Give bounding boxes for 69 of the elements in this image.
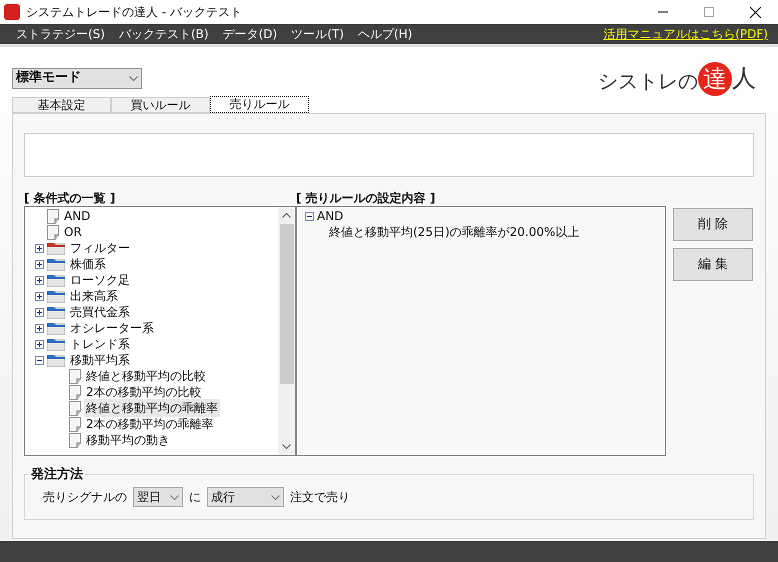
document-icon [69,432,81,448]
menu-item[interactable]: ヘルプ(H) [358,25,412,43]
document-icon [69,384,81,400]
action-button[interactable]: 削 除 [673,208,753,241]
document-icon [47,208,59,224]
rule-item[interactable]: 終値と移動平均(25日)の乖離率が20.00%以上 [329,223,580,241]
section-label: [ 売りルールの設定内容 ] [296,190,436,206]
tree-item[interactable]: 終値と移動平均の乖離率 [84,399,220,417]
menu-item[interactable]: ストラテジー(S) [16,25,105,43]
document-icon [69,368,81,384]
tree-item[interactable]: 移動平均の動き [84,431,172,449]
order-label: 売りシグナルの [43,489,127,506]
document-icon [69,400,81,416]
maximize-icon [704,7,714,17]
document-icon [69,416,81,432]
chevron-down-icon [170,494,179,500]
scrollbar-thumb[interactable] [280,224,294,384]
tree-item[interactable]: フィルター [68,239,132,257]
collapse-icon[interactable] [305,212,314,220]
expand-icon[interactable] [35,308,44,316]
tree-item[interactable]: ローソク足 [68,271,132,289]
expand-icon[interactable] [35,324,44,332]
scrollbar[interactable] [278,207,295,455]
logo-text: 人 [732,63,756,94]
expand-icon[interactable] [35,260,44,268]
collapse-icon[interactable] [35,356,44,364]
expand-icon[interactable] [35,292,44,300]
tree-item[interactable]: 2本の移動平均の比較 [84,383,204,401]
menu-item[interactable]: ツール(T) [291,25,344,43]
tree-item[interactable]: 移動平均系 [68,351,132,369]
tree-item[interactable]: OR [62,223,84,241]
timing-dropdown[interactable]: 翌日 [133,487,183,507]
expand-icon[interactable] [35,276,44,284]
manual-link[interactable]: 活用マニュアルはこちら(PDF) [603,25,768,43]
memo-field[interactable] [24,133,754,177]
order-label: に [189,489,201,506]
chevron-down-icon [271,494,280,500]
order-label: 注文で売り [290,489,350,506]
expand-icon[interactable] [35,340,44,348]
chevron-down-icon [129,76,138,80]
rule-item[interactable]: AND [317,207,344,225]
tab[interactable]: 売りルール [210,96,309,113]
rule-tree[interactable]: AND 終値と移動平均(25日)の乖離率が20.00%以上 [296,206,666,456]
condition-tree[interactable]: AND OR フィルター 株価系 ローソク足 出来高系 売買代金系 オシレーター系 トレンド系 移動平均系 終値と移動平均の比較 2本の移動平均の比較 終値と移動平均の乖離率 2本の移動平均の乖離率 移動平均の動き [24,206,296,456]
order-type-dropdown[interactable]: 成行 [207,487,284,507]
action-button[interactable]: 編 集 [673,248,753,281]
app-icon [4,4,20,20]
expand-icon[interactable] [35,244,44,252]
tree-item[interactable]: 2本の移動平均の乖離率 [84,415,216,433]
close-icon [750,6,760,18]
tree-item[interactable]: 株価系 [68,255,108,273]
tab[interactable]: 基本設定 [12,97,111,113]
window-title: システムトレードの達人 - バックテスト [26,4,242,21]
menu-item[interactable]: バックテスト(B) [118,25,209,43]
tree-item[interactable]: AND [62,207,92,225]
tree-item[interactable]: オシレーター系 [68,319,156,337]
tree-item[interactable]: 出来高系 [68,287,120,305]
logo-mark: 達 [698,62,732,96]
mode-dropdown[interactable]: 標準モード [12,68,142,88]
tree-item[interactable]: 終値と移動平均の比較 [84,367,208,385]
chevron-up-icon[interactable] [282,213,291,218]
tab[interactable]: 買いルール [111,97,210,113]
section-label: [ 条件式の一覧 ] [24,190,116,206]
document-icon [47,224,59,240]
tree-item[interactable]: トレンド系 [68,335,132,353]
chevron-down-icon[interactable] [282,444,291,449]
tree-item[interactable]: 売買代金系 [68,303,132,321]
menu-item[interactable]: データ(D) [222,25,278,43]
logo-text: シストレの [598,68,698,95]
